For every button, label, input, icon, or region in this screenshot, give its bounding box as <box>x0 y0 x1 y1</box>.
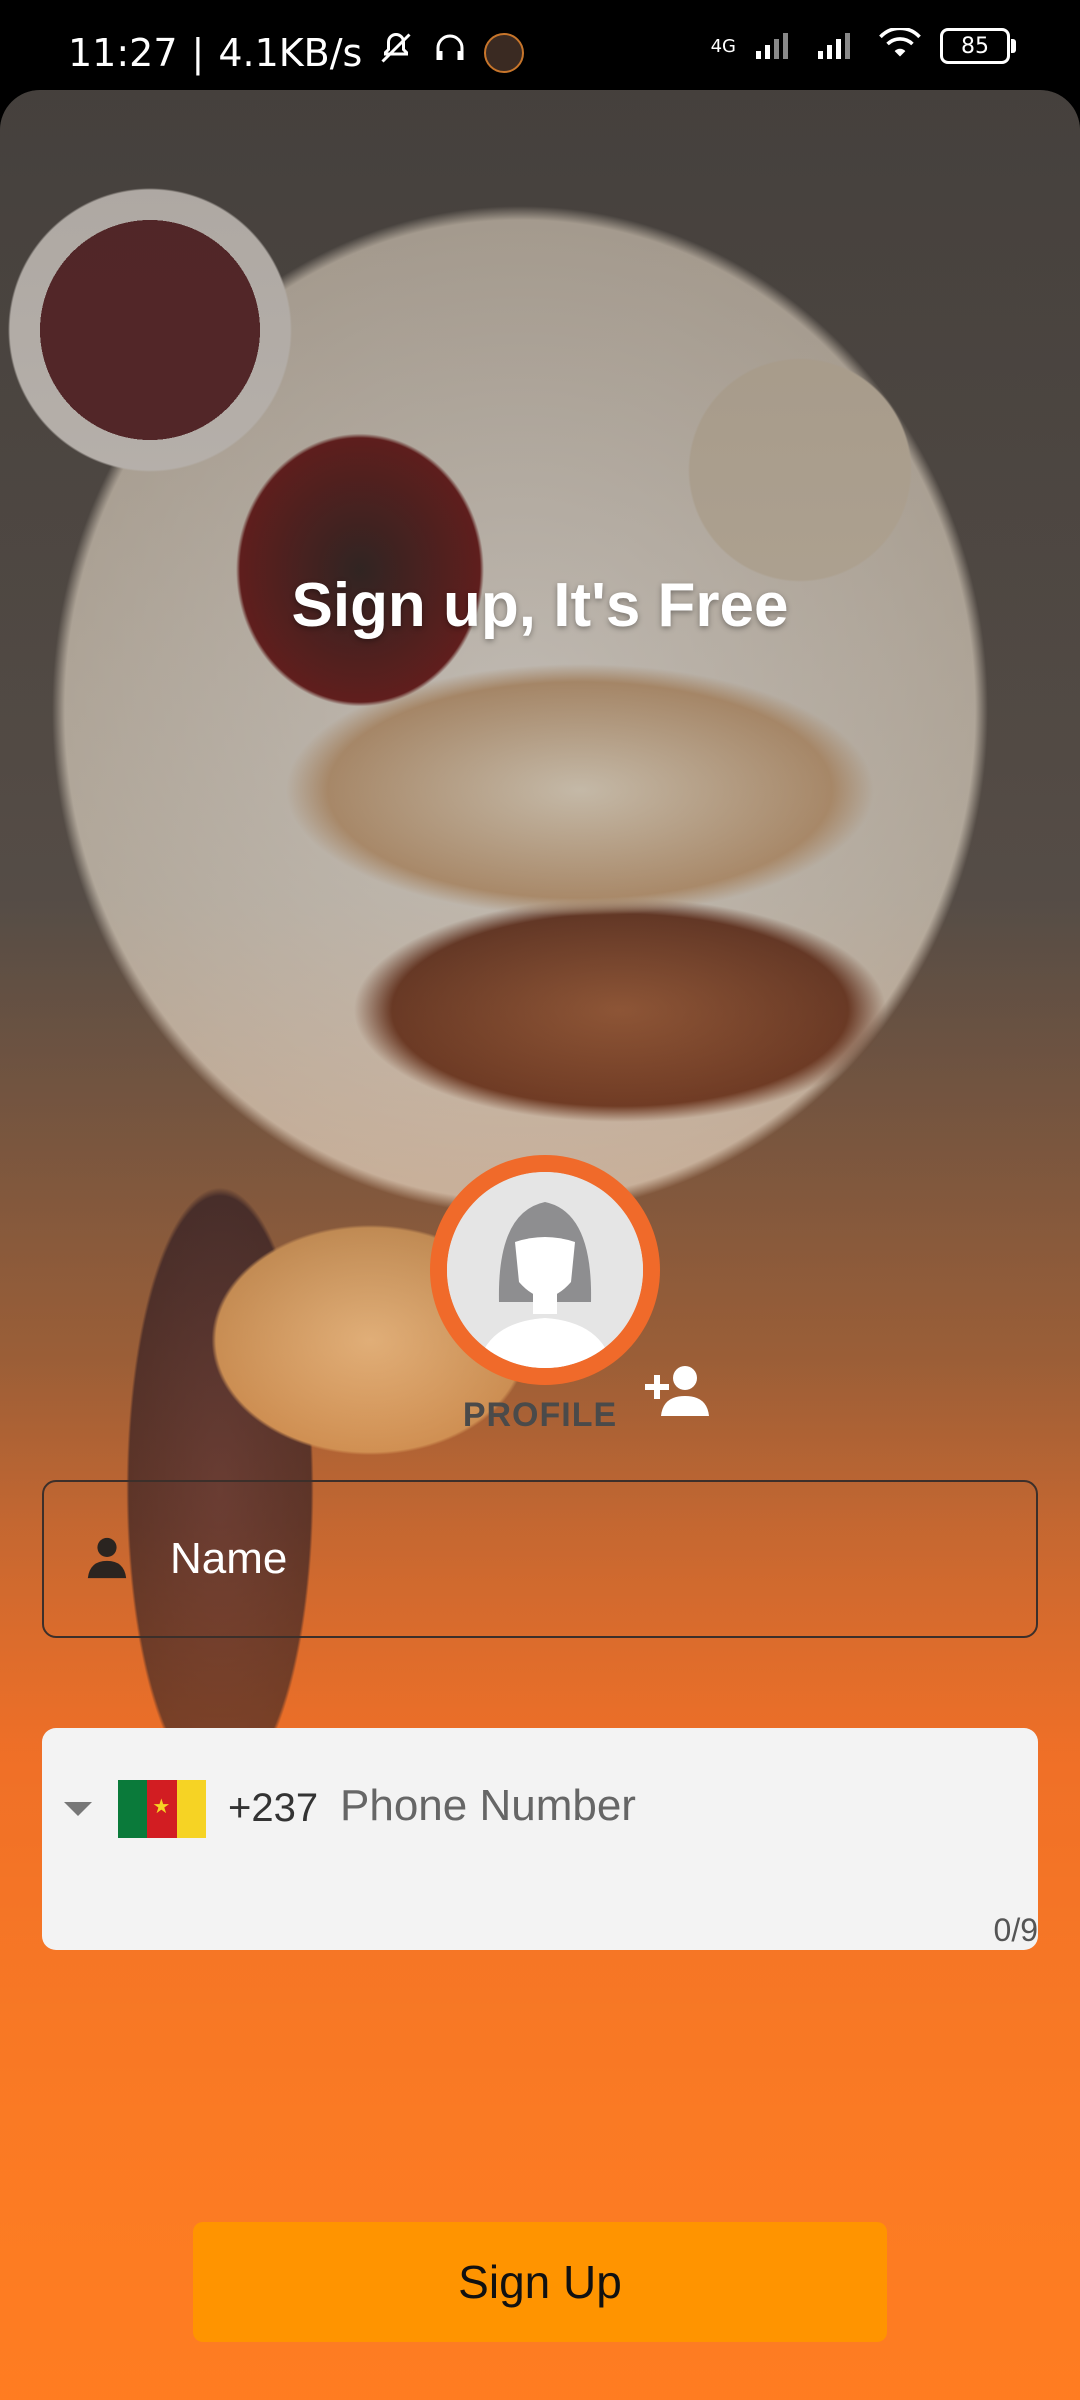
wifi-icon <box>878 26 922 64</box>
cameroon-flag-icon[interactable] <box>118 1780 206 1838</box>
profile-label: PROFILE <box>462 1396 618 1434</box>
phone-number-input[interactable] <box>338 1780 992 1832</box>
signal-icon <box>754 29 798 63</box>
country-code: +237 <box>228 1786 319 1830</box>
battery-level: 85 <box>961 33 989 59</box>
signal-icon-2 <box>816 29 860 63</box>
network-type: 4G <box>710 35 736 57</box>
profile-avatar[interactable] <box>430 1155 660 1385</box>
battery-icon: 85 <box>940 28 1016 64</box>
person-icon <box>84 1533 130 1586</box>
status-bar: 11:27 | 4.1KB/s 4G 85 <box>0 0 1080 90</box>
phone-field[interactable]: +237 0/9 <box>42 1728 1038 1950</box>
sign-up-button[interactable]: Sign Up <box>193 2222 887 2342</box>
page-title: Sign up, It's Free <box>291 571 789 640</box>
name-field[interactable] <box>42 1480 1038 1638</box>
add-user-icon[interactable] <box>643 1362 711 1423</box>
network-speed: 4.1KB/s <box>218 30 363 75</box>
status-time: 11:27 <box>68 30 178 75</box>
name-input[interactable] <box>168 1533 972 1585</box>
status-right: 4G 85 <box>710 26 1016 64</box>
avatar-placeholder-icon <box>447 1172 643 1368</box>
headphones-icon <box>430 30 470 75</box>
app-notification-icon <box>484 32 525 73</box>
bell-off-icon <box>376 30 416 75</box>
status-left: 11:27 | 4.1KB/s <box>68 30 525 75</box>
country-dropdown-arrow-icon[interactable] <box>60 1798 96 1825</box>
phone-character-counter: 0/9 <box>993 1912 1038 1948</box>
